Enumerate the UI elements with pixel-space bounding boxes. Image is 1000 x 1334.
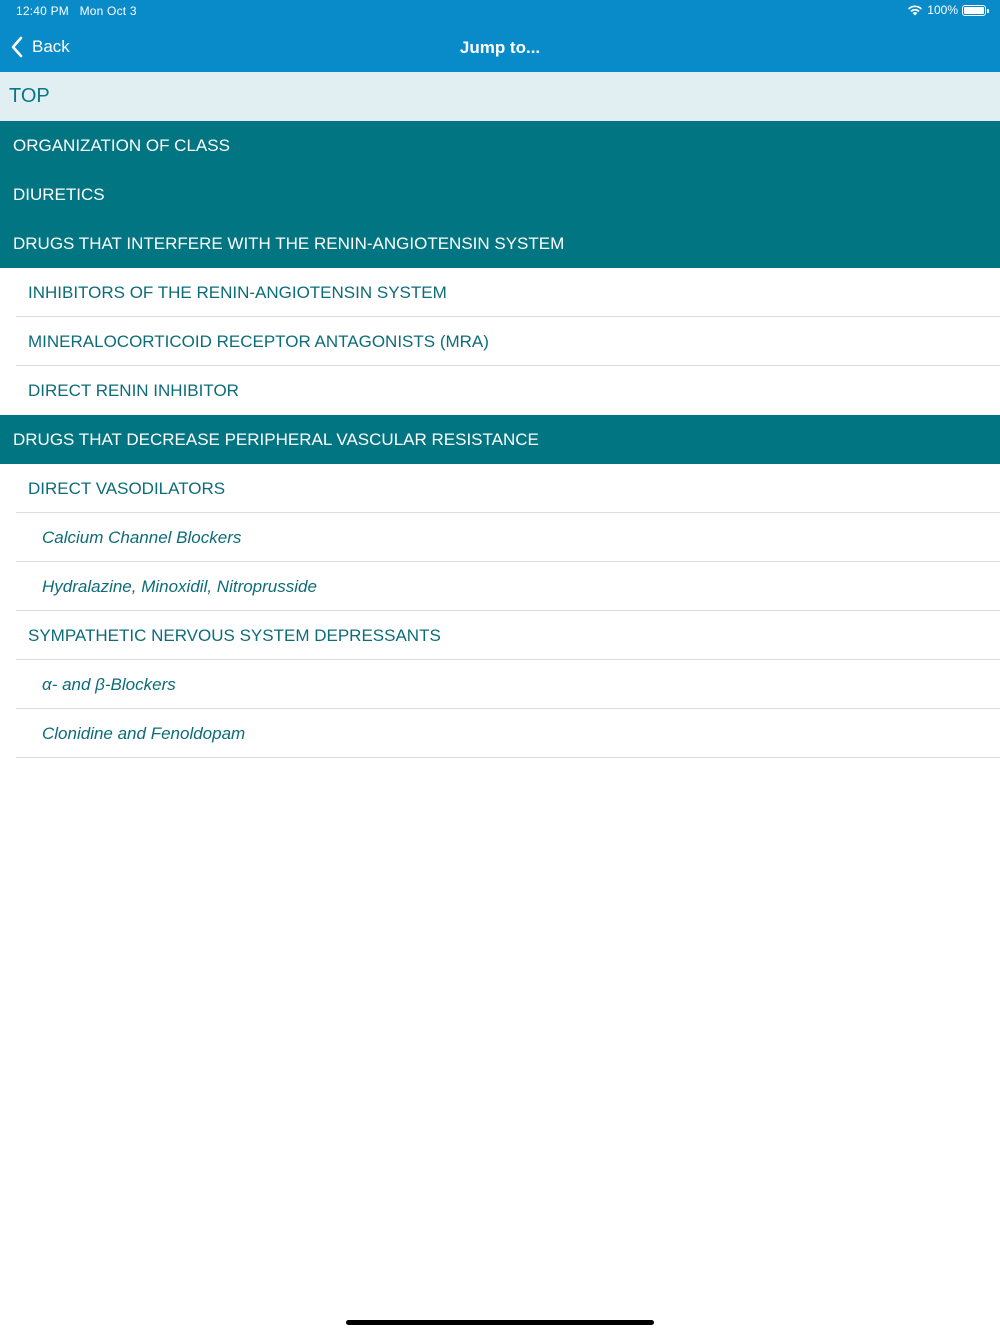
status-time: 12:40 PM Mon Oct 3 <box>16 4 137 18</box>
toc-topic[interactable]: Calcium Channel Blockers <box>0 513 1000 562</box>
toc-subsection[interactable]: MINERALOCORTICOID RECEPTOR ANTAGONISTS (… <box>0 317 1000 366</box>
toc-subsection[interactable]: INHIBITORS OF THE RENIN-ANGIOTENSIN SYST… <box>0 268 1000 317</box>
home-indicator[interactable] <box>346 1320 654 1325</box>
status-time-text: 12:40 PM <box>16 4 69 18</box>
toc-section[interactable]: DIURETICS <box>0 170 1000 219</box>
battery-icon <box>962 4 989 16</box>
status-indicators: 100% <box>907 3 989 17</box>
status-date-text: Mon Oct 3 <box>79 4 137 18</box>
toc-subsection[interactable]: DIRECT RENIN INHIBITOR <box>0 366 1000 415</box>
toc-topic[interactable]: Clonidine and Fenoldopam <box>0 709 1000 758</box>
toc-item-top[interactable]: TOP <box>0 72 1000 121</box>
toc-section[interactable]: DRUGS THAT DECREASE PERIPHERAL VASCULAR … <box>0 415 1000 464</box>
toc-subsection[interactable]: DIRECT VASODILATORS <box>0 464 1000 513</box>
toc-topic[interactable]: Hydralazine, Minoxidil, Nitroprusside <box>0 562 1000 611</box>
toc-section[interactable]: DRUGS THAT INTERFERE WITH THE RENIN-ANGI… <box>0 219 1000 268</box>
toc-section[interactable]: ORGANIZATION OF CLASS <box>0 121 1000 170</box>
toc-list: TOP ORGANIZATION OF CLASS DIURETICS DRUG… <box>0 72 1000 758</box>
page-title: Jump to... <box>459 38 541 57</box>
wifi-icon <box>908 5 923 16</box>
toc-topic[interactable]: α- and β-Blockers <box>0 660 1000 709</box>
battery-level <box>964 6 984 14</box>
jump-to-screen: 12:40 PM Mon Oct 3 100% Back Jump to... … <box>0 0 1000 1334</box>
toc-subsection[interactable]: SYMPATHETIC NERVOUS SYSTEM DEPRESSANTS <box>0 611 1000 660</box>
header-bar: 12:40 PM Mon Oct 3 100% Back Jump to... <box>0 0 1000 72</box>
battery-percent: 100% <box>927 3 958 17</box>
